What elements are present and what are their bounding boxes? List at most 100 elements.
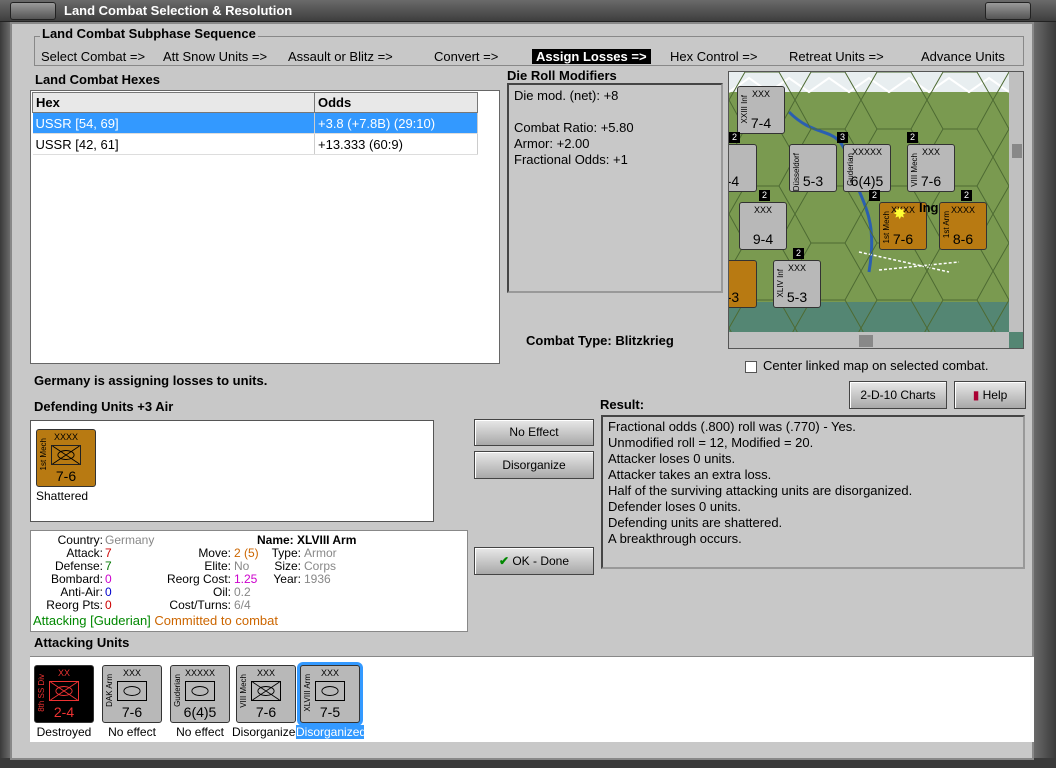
seq-step-convert: Convert => xyxy=(434,49,499,64)
seq-step-select-combat: Select Combat => xyxy=(41,49,146,64)
attacking-unit-counter[interactable]: XXX VIII Mech 7-6 xyxy=(236,665,296,723)
hex-cell[interactable]: USSR [54, 69] xyxy=(32,112,315,134)
unit-status-caption: No effect xyxy=(108,725,156,739)
attacking-unit-counter[interactable]: XXXXX Guderian 6(4)5 xyxy=(170,665,230,723)
drm-spacer xyxy=(514,104,716,120)
unit-type-icon xyxy=(117,681,147,701)
unit-status-caption: Disorganized xyxy=(232,725,303,739)
name-value: XLVIII Arm xyxy=(297,533,357,547)
info-labels-col1: Country: Attack: Defense: Bombard: Anti-… xyxy=(33,534,103,612)
drm-line: Combat Ratio: +5.80 xyxy=(514,120,634,135)
cost-turns-value: 6/4 xyxy=(234,598,251,612)
map-unit-counter[interactable]: XXX XXIII Inf 7-4 xyxy=(737,86,785,134)
die-roll-modifiers-panel: Die mod. (net): +8 Combat Ratio: +5.80 A… xyxy=(507,83,723,293)
attacking-unit-counter[interactable]: XX 8th SS Div 2-4 xyxy=(34,665,94,723)
unit-strength: -3 xyxy=(728,289,740,305)
year-label: Year: xyxy=(273,572,301,586)
system-menu-button[interactable] xyxy=(10,2,56,20)
attacking-unit-counter[interactable]: XXX DAK Arm 7-6 xyxy=(102,665,162,723)
odds-cell[interactable]: +3.8 (+7.8B) (29:10) xyxy=(314,112,478,134)
map-unit-counter[interactable]: -3 xyxy=(728,260,757,308)
attacking-unit-counter[interactable]: XXX XLVIII Arm 7-5 xyxy=(300,665,360,723)
book-icon: ▮ xyxy=(972,388,983,402)
unit-strength: 6(4)5 xyxy=(183,704,217,720)
seq-step-assign-losses: Assign Losses => xyxy=(532,49,651,64)
map-unit-counter[interactable]: Düsseldorf 5-3 xyxy=(789,144,837,192)
map-unit-counter[interactable]: XXX 9-4 xyxy=(739,202,787,250)
result-panel: Fractional odds (.800) roll was (.770) -… xyxy=(601,415,1025,569)
map-vscroll-thumb[interactable] xyxy=(1012,144,1022,158)
check-icon: ✔ xyxy=(498,554,513,568)
map-unit-counter[interactable]: XXX XLIV Inf 5-3 xyxy=(773,260,821,308)
stack-count-badge: 2 xyxy=(869,190,880,201)
unit-strength: 5-3 xyxy=(802,173,824,189)
result-line: Fractional odds (.800) roll was (.770) -… xyxy=(608,419,856,434)
unit-strength: 9-4 xyxy=(752,231,774,247)
col-odds[interactable]: Odds xyxy=(314,92,478,113)
drm-line: Fractional Odds: +1 xyxy=(514,152,628,167)
title-bar[interactable]: Land Combat Selection & Resolution xyxy=(0,0,1056,22)
linked-map[interactable]: XXX XXIII Inf 7-4 Düsseldorf 5-3 XXXXX Guderia… xyxy=(728,71,1024,349)
info-labels-col2: Move: Elite: Reorg Cost: Oil: Cost/Turns… xyxy=(141,547,231,612)
hex-cell[interactable]: USSR [42, 61] xyxy=(32,133,315,155)
map-unit-counter[interactable]: XXXX 1st Arm 8-6 xyxy=(939,202,987,250)
defending-unit-counter[interactable]: XXXX 1st Mech 7-6 xyxy=(36,429,96,487)
unit-size: XXX xyxy=(753,205,772,215)
die-roll-modifiers-title: Die Roll Modifiers xyxy=(507,68,617,83)
stack-count-badge: 2 xyxy=(759,190,770,201)
disorganize-button[interactable]: Disorganize xyxy=(474,451,594,479)
land-combat-hexes-title: Land Combat Hexes xyxy=(35,72,160,87)
unit-strength: 2-4 xyxy=(53,704,75,720)
unit-strength: 7-5 xyxy=(319,704,341,720)
col-hex[interactable]: Hex xyxy=(32,92,315,113)
center-map-checkbox[interactable]: Center linked map on selected combat. xyxy=(745,358,988,373)
unit-name: VIII Mech xyxy=(239,674,248,708)
combat-marker-icon: ✸ xyxy=(893,206,907,223)
unit-strength: 7-6 xyxy=(255,704,277,720)
unit-strength: 7-6 xyxy=(121,704,143,720)
map-hscroll-thumb[interactable] xyxy=(859,335,873,347)
unit-strength: -4 xyxy=(728,173,740,189)
hex-row[interactable]: USSR [42, 61] +13.333 (60:9) xyxy=(32,133,478,155)
subphase-sequence-title: Land Combat Subphase Sequence xyxy=(40,26,258,41)
drm-line: Die mod. (net): +8 xyxy=(514,88,619,103)
result-line: Defending units are shattered. xyxy=(608,515,783,530)
land-combat-hexes-list: Hex Odds USSR [54, 69] +3.8 (+7.8B) (29:… xyxy=(30,90,500,364)
window-title: Land Combat Selection & Resolution xyxy=(64,3,293,18)
mech-icon xyxy=(51,445,81,465)
help-label: Help xyxy=(982,388,1008,402)
map-unit-counter[interactable]: XXXXX Guderian 6(4)5 xyxy=(843,144,891,192)
hex-row[interactable]: USSR [54, 69] +3.8 (+7.8B) (29:10) xyxy=(32,112,478,134)
result-line: Defender loses 0 units. xyxy=(608,499,741,514)
result-line: Half of the surviving attacking units ar… xyxy=(608,483,913,498)
drm-line: Armor: +2.00 xyxy=(514,136,590,151)
attacking-units-panel: XX 8th SS Div 2-4 Destroyed XXX DAK Arm 7-6 No … xyxy=(30,656,1034,742)
name-label: Name: xyxy=(257,533,294,547)
cost-turns-label: Cost/Turns: xyxy=(169,598,231,612)
charts-button[interactable]: 2-D-10 Charts xyxy=(849,381,947,409)
info-values-col3: Armor Corps 1936 xyxy=(304,547,337,586)
seq-step-assault: Assault or Blitz => xyxy=(288,49,393,64)
window: Land Combat Selection & Resolution Land … xyxy=(0,0,1056,768)
map-unit-counter[interactable]: XXX VIII Mech 7-6 xyxy=(907,144,955,192)
no-effect-button[interactable]: No Effect xyxy=(474,419,594,446)
checkbox-box[interactable] xyxy=(745,360,757,373)
close-window-button[interactable] xyxy=(985,2,1031,20)
combat-type-label: Combat Type: Blitzkrieg xyxy=(526,333,674,348)
unit-name: Guderian xyxy=(173,674,182,707)
ok-done-button[interactable]: ✔ OK - Done xyxy=(474,547,594,575)
map-unit-counter[interactable]: -4 xyxy=(728,144,757,192)
status-message: Germany is assigning losses to units. xyxy=(34,373,268,388)
stack-count-badge: 2 xyxy=(907,132,918,143)
help-button[interactable]: ▮ Help xyxy=(954,381,1026,409)
center-map-label: Center linked map on selected combat. xyxy=(763,358,989,373)
info-labels-col3: Type: Size: Year: xyxy=(265,547,301,586)
unit-strength: 7-4 xyxy=(750,115,772,131)
odds-cell[interactable]: +13.333 (60:9) xyxy=(314,133,478,155)
result-line: Attacker takes an extra loss. xyxy=(608,467,772,482)
map-vscroll[interactable] xyxy=(1009,72,1024,332)
committed-status: Committed to combat xyxy=(154,613,278,628)
unit-status-caption: Shattered xyxy=(36,489,89,503)
attacking-units-title: Attacking Units xyxy=(34,635,130,650)
result-title: Result: xyxy=(600,397,645,412)
